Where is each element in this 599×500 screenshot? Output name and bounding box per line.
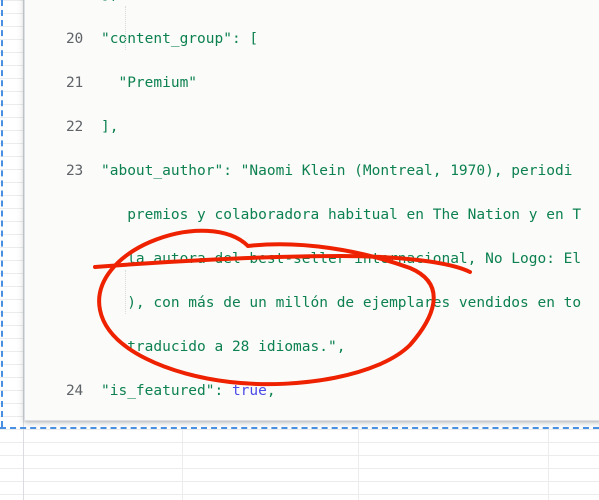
code-token: , [266, 383, 276, 399]
code-text: la autora del best-seller internacional,… [101, 248, 581, 270]
code-line: premios y colaboradora habitual en The N… [25, 204, 599, 226]
spreadsheet-column-line [548, 427, 549, 500]
json-code-popup[interactable]: ], 20"content_group": [ 21 "Premium" 22], 23… [24, 0, 599, 421]
code-token: "about_author": "Naomi Klein (Montreal, … [101, 163, 573, 179]
code-line: 24 "is_featured": true, [25, 380, 599, 402]
code-token: ], [101, 119, 119, 135]
code-text: premios y colaboradora habitual en The N… [101, 204, 581, 226]
indent-guide [125, 270, 126, 314]
code-token: "is_featured": [101, 383, 232, 399]
line-number: 24 [65, 383, 83, 399]
spreadsheet-row-line [0, 481, 599, 482]
selection-boundary-horizontal [0, 427, 599, 429]
code-line: 23 "about_author": "Naomi Klein (Montreal… [25, 160, 599, 182]
code-text: traducido a 28 idiomas.", [101, 336, 345, 358]
line-number: 21 [65, 75, 83, 91]
code-token: ], [101, 0, 118, 3]
code-line: 20 "content_group": [ [25, 28, 599, 50]
code-text: ), con más de un millón de ejemplares ve… [101, 292, 581, 314]
code-token: "Premium" [101, 75, 198, 91]
spreadsheet-row-line [0, 429, 599, 430]
line-number: 23 [65, 163, 83, 179]
code-token: true [231, 383, 267, 399]
code-text: "is_featured": true, [101, 380, 276, 402]
indent-guide [125, 6, 126, 50]
code-line: ), con más de un millón de ejemplares ve… [25, 292, 599, 314]
code-token: ), con más de un millón de ejemplares ve… [101, 295, 582, 311]
line-number: 22 [65, 119, 83, 135]
code-line: 22], [25, 116, 599, 138]
spreadsheet-row-line [0, 442, 599, 443]
selection-boundary-vertical [1, 0, 3, 427]
code-line: la autora del best-seller internacional,… [25, 248, 599, 270]
code-text: ], [101, 116, 118, 138]
code-area[interactable]: ], 20"content_group": [ 21 "Premium" 22], 23… [25, 0, 599, 402]
spreadsheet-column-line [182, 427, 183, 500]
code-token: premios y colaboradora habitual en The N… [101, 207, 582, 223]
code-line: ], [25, 0, 599, 6]
code-token: traducido a 28 idiomas.", [101, 339, 346, 355]
line-number: 20 [65, 31, 83, 47]
spreadsheet-column-line [358, 427, 359, 500]
spreadsheet-row-line [0, 455, 599, 456]
spreadsheet-row-line [0, 468, 599, 469]
code-text: "Premium" [101, 72, 197, 94]
code-text: "about_author": "Naomi Klein (Montreal, … [101, 160, 572, 182]
code-text: ], [101, 0, 118, 6]
spreadsheet-row-line [0, 494, 599, 495]
code-line: traducido a 28 idiomas.", [25, 336, 599, 358]
code-line: 21 "Premium" [25, 72, 599, 94]
code-token: la autora del best-seller internacional,… [101, 251, 582, 267]
